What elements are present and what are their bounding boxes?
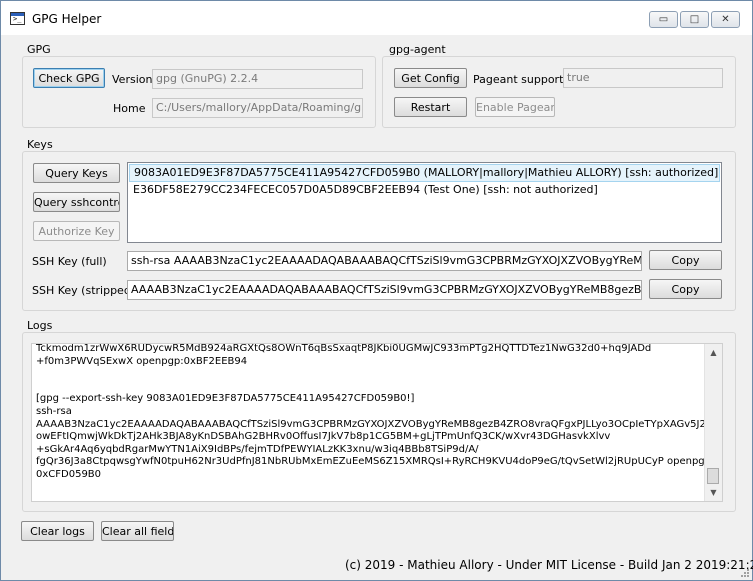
home-label: Home: [113, 102, 146, 115]
authorize-key-button[interactable]: Authorize Key: [33, 221, 120, 241]
minimize-icon[interactable]: ▭: [649, 11, 678, 28]
restart-button[interactable]: Restart: [394, 97, 467, 117]
ssh-key-full-label: SSH Key (full): [32, 255, 107, 268]
check-gpg-button[interactable]: Check GPG: [33, 68, 105, 88]
version-label: Version: [112, 73, 153, 86]
enable-pageant-button[interactable]: Enable Pageant: [475, 97, 555, 117]
gpg-agent-group-label: gpg-agent: [387, 43, 448, 56]
pageant-support-label: Pageant support: [473, 73, 564, 86]
ssh-key-stripped-label: SSH Key (stripped): [32, 284, 136, 297]
query-sshcontrol-button[interactable]: Query sshcontrol: [33, 192, 120, 212]
clear-all-fields-button[interactable]: Clear all fields: [101, 521, 174, 541]
main-window: >_ GPG Helper ▭ □ ✕ GPG Check GPG Versio…: [0, 0, 753, 581]
logs-group-label: Logs: [25, 319, 55, 332]
query-keys-button[interactable]: Query Keys: [33, 163, 120, 183]
clear-logs-button[interactable]: Clear logs: [21, 521, 94, 541]
status-footer: (c) 2019 - Mathieu Allory - Under MIT Li…: [345, 558, 753, 572]
home-field: C:/Users/mallory/AppData/Roaming/gnupg: [152, 98, 363, 118]
key-list-item[interactable]: E36DF58E279CC234FECEC057D0A5D89CBF2EEB94…: [129, 181, 720, 199]
scroll-down-arrow-icon[interactable]: ▼: [705, 484, 722, 501]
version-field: gpg (GnuPG) 2.2.4: [152, 69, 363, 89]
logs-text: Tckmodm1zrWwX6RUDycwR5MdB924aRGXtQs8OWnT…: [36, 343, 715, 480]
title-bar[interactable]: >_ GPG Helper ▭ □ ✕: [1, 1, 752, 35]
key-list[interactable]: 9083A01ED9E3F87DA5775CE411A95427CFD059B0…: [127, 162, 722, 243]
pageant-support-field: true: [563, 68, 723, 88]
gpg-group-label: GPG: [25, 43, 53, 56]
maximize-icon[interactable]: □: [680, 11, 709, 28]
close-icon[interactable]: ✕: [711, 11, 740, 28]
keys-group-label: Keys: [25, 138, 55, 151]
terminal-icon: >_: [10, 12, 25, 25]
ssh-key-full-field[interactable]: ssh-rsa AAAAB3NzaC1yc2EAAAADAQABAAABAQCf…: [127, 251, 642, 271]
logs-scrollbar[interactable]: ▲ ▼: [704, 344, 722, 501]
resize-grip-icon[interactable]: [739, 567, 749, 577]
logs-textarea[interactable]: Tckmodm1zrWwX6RUDycwR5MdB924aRGXtQs8OWnT…: [31, 343, 723, 502]
window-title: GPG Helper: [32, 12, 102, 26]
copy-ssh-stripped-button[interactable]: Copy: [649, 279, 722, 299]
get-config-button[interactable]: Get Config: [394, 68, 467, 88]
key-list-item[interactable]: 9083A01ED9E3F87DA5775CE411A95427CFD059B0…: [129, 164, 720, 182]
scroll-up-arrow-icon[interactable]: ▲: [705, 344, 722, 361]
ssh-key-stripped-field[interactable]: AAAAB3NzaC1yc2EAAAADAQABAAABAQCfTSziSl9v…: [127, 280, 642, 300]
scroll-thumb[interactable]: [707, 468, 719, 484]
copy-ssh-full-button[interactable]: Copy: [649, 250, 722, 270]
gpg-agent-group: [382, 56, 736, 128]
